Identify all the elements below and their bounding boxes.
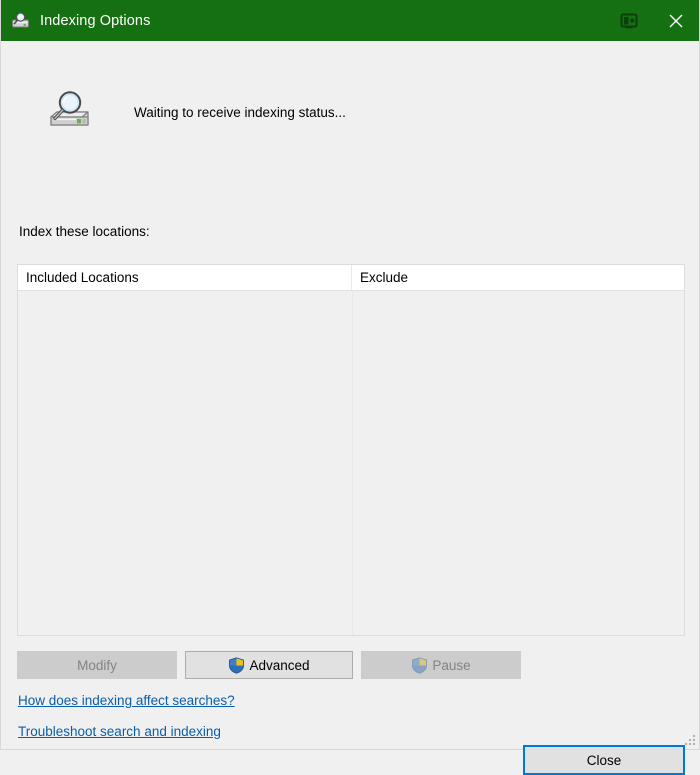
column-header-exclude[interactable]: Exclude	[352, 265, 684, 290]
resize-grip[interactable]	[684, 734, 697, 747]
column-divider	[352, 291, 353, 635]
index-locations-label: Index these locations:	[19, 224, 150, 239]
listview-body[interactable]	[18, 291, 684, 635]
column-header-included-locations[interactable]: Included Locations	[18, 265, 352, 290]
advanced-button[interactable]: Advanced	[185, 651, 353, 679]
indexing-options-icon	[12, 11, 29, 27]
pause-button-label: Pause	[432, 657, 471, 673]
dialog-client-area: Waiting to receive indexing status... In…	[1, 41, 699, 775]
link-troubleshoot-search-and-indexing[interactable]: Troubleshoot search and indexing	[18, 724, 221, 739]
drive-search-icon	[50, 91, 89, 126]
listview-header: Included Locations Exclude	[18, 265, 684, 291]
advanced-button-label: Advanced	[249, 657, 310, 673]
title-bar[interactable]: Indexing Options	[1, 0, 699, 41]
monitor-icon	[620, 13, 638, 28]
modify-button[interactable]: Modify	[17, 651, 177, 679]
link-how-does-indexing-affect-searches[interactable]: How does indexing affect searches?	[18, 693, 235, 708]
indexing-status-row: Waiting to receive indexing status...	[1, 87, 346, 137]
display-settings-button[interactable]	[606, 0, 652, 41]
included-locations-listview[interactable]: Included Locations Exclude	[17, 264, 685, 636]
close-icon	[669, 14, 682, 27]
uac-shield-icon	[412, 656, 428, 674]
uac-shield-icon	[229, 656, 245, 674]
modify-button-label: Modify	[77, 657, 117, 673]
indexing-status-text: Waiting to receive indexing status...	[134, 104, 346, 120]
indexing-options-window: Indexing Options Waiting to receive inde…	[0, 0, 700, 775]
pause-button[interactable]: Pause	[361, 651, 521, 679]
close-window-button[interactable]	[652, 0, 699, 41]
action-button-row: Modify Advanced Pause	[17, 651, 521, 679]
close-button-label: Close	[586, 752, 622, 768]
window-title: Indexing Options	[40, 12, 151, 29]
